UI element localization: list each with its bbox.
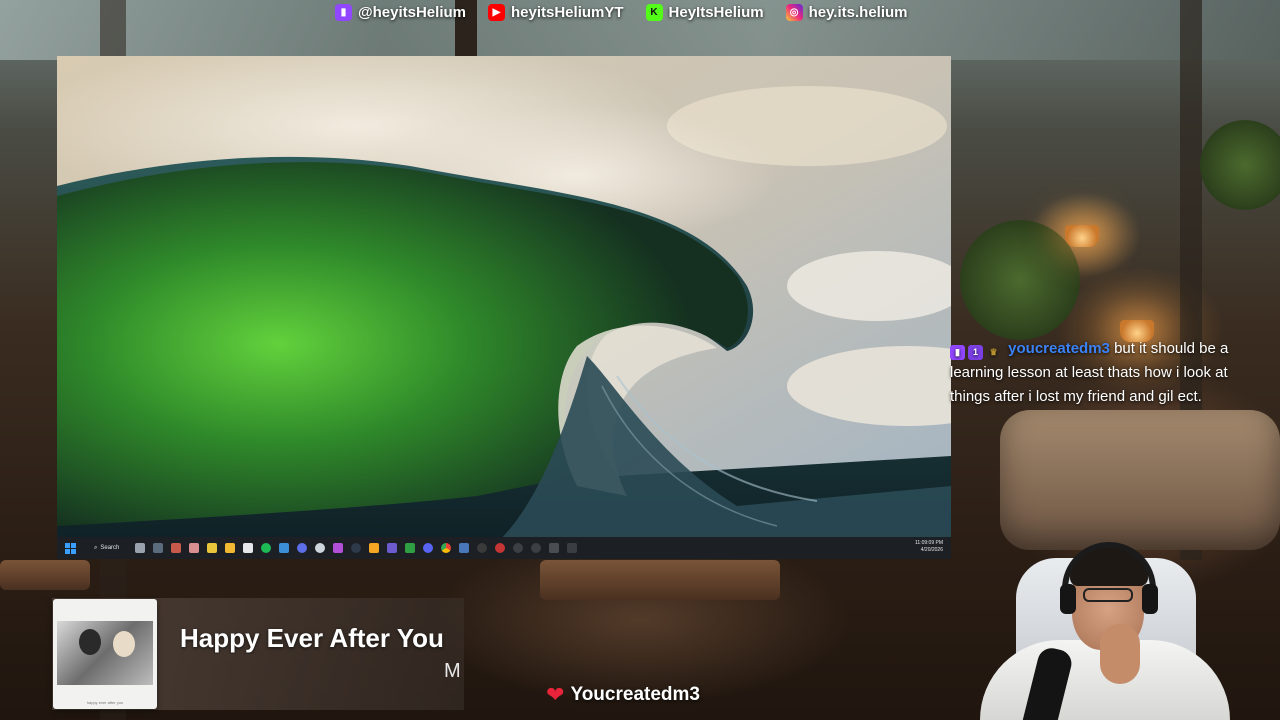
social-youtube: ▶ heyitsHeliumYT <box>488 3 624 21</box>
taskbar-clock[interactable]: 11:09:09 PM 4/20/2026 <box>915 540 943 554</box>
app-icon[interactable] <box>333 543 344 553</box>
file-explorer-icon[interactable] <box>225 543 236 553</box>
discord-icon[interactable] <box>423 543 434 553</box>
social-handle: heyitsHeliumYT <box>511 3 624 21</box>
desktop-capture: ⌕ Search 11:09:09 PM 4/20/2026 <box>57 56 951 559</box>
notes-icon[interactable] <box>207 543 218 553</box>
webcam-feed <box>960 540 1280 720</box>
background-plant <box>960 220 1080 340</box>
glasses <box>1083 588 1133 602</box>
album-caption: happy ever after you <box>86 700 124 705</box>
follower-name: Youcreatedm3 <box>570 684 700 705</box>
app-icon[interactable] <box>495 543 506 553</box>
chat-username: youcreatedm3 <box>1008 340 1110 357</box>
app-icon[interactable] <box>279 543 290 553</box>
twitch-icon: ▮ <box>335 3 352 21</box>
taskbar-search[interactable]: ⌕ Search <box>88 541 125 555</box>
app-icon[interactable] <box>531 543 542 553</box>
app-icon[interactable] <box>459 543 470 553</box>
streamer-hand <box>1100 624 1140 684</box>
song-artist: M <box>444 660 461 682</box>
chrome-icon[interactable] <box>441 543 452 553</box>
background-lamp <box>1065 225 1099 247</box>
windows-taskbar: ⌕ Search 11:09:09 PM 4/20/2026 <box>57 537 951 559</box>
app-icon[interactable] <box>189 543 200 553</box>
social-handle: @heyitsHelium <box>358 3 466 21</box>
search-icon: ⌕ <box>94 544 98 551</box>
subscriber-badge-icon: 1 <box>968 345 983 360</box>
taskbar-search-label: Search <box>100 545 120 551</box>
xbox-icon[interactable] <box>405 543 416 553</box>
app-icon[interactable] <box>387 543 398 553</box>
app-icon[interactable] <box>171 543 182 553</box>
taskbar-time: 11:09:09 PM <box>915 540 943 546</box>
follower-alert: ❤ Youcreatedm3 <box>546 684 700 706</box>
background-sofa <box>1000 410 1280 550</box>
background-table <box>0 560 90 590</box>
calculator-icon[interactable] <box>153 543 164 553</box>
windows-start-icon[interactable] <box>65 542 76 554</box>
headset-earcup <box>1060 584 1076 614</box>
album-art: happy ever after you <box>53 599 157 709</box>
app-icon[interactable] <box>513 543 524 553</box>
kick-icon: K <box>645 3 663 21</box>
spotify-icon[interactable] <box>261 543 272 553</box>
background-table <box>540 560 780 600</box>
instagram-icon: ◎ <box>785 3 803 21</box>
social-handle: HeyItsHelium <box>668 3 764 21</box>
twitch-badge-icon: ▮ <box>950 345 965 360</box>
app-icon[interactable] <box>549 543 560 553</box>
youtube-icon: ▶ <box>488 3 505 21</box>
app-icon[interactable] <box>351 543 362 553</box>
social-handle: hey.its.helium <box>808 3 908 21</box>
headset-earcup <box>1142 584 1158 614</box>
social-bar: ▮ @heyitsHelium ▶ heyitsHeliumYT K HeyIt… <box>335 0 908 24</box>
app-icon[interactable] <box>369 543 380 553</box>
taskbar-apps <box>135 543 578 553</box>
social-kick: K HeyItsHelium <box>645 3 764 21</box>
app-icon[interactable] <box>567 543 578 553</box>
document-icon[interactable] <box>243 543 254 553</box>
heart-icon: ❤ <box>546 682 565 707</box>
taskbar-date: 4/20/2026 <box>920 547 943 553</box>
obs-icon[interactable] <box>477 543 488 553</box>
crown-badge-icon: ♛ <box>989 347 998 357</box>
chat-message: ▮ 1 ♛ youcreatedm3 but it should be a lear… <box>950 337 1270 409</box>
background-plant <box>1200 120 1280 210</box>
app-icon[interactable] <box>297 543 308 553</box>
album-photo <box>57 621 153 685</box>
song-title: Happy Ever After You <box>180 623 444 653</box>
social-twitch: ▮ @heyitsHelium <box>335 3 466 21</box>
task-view-icon[interactable] <box>135 543 146 553</box>
wave-wallpaper <box>57 56 951 559</box>
social-instagram: ◎ hey.its.helium <box>785 3 908 21</box>
app-icon[interactable] <box>315 543 326 553</box>
